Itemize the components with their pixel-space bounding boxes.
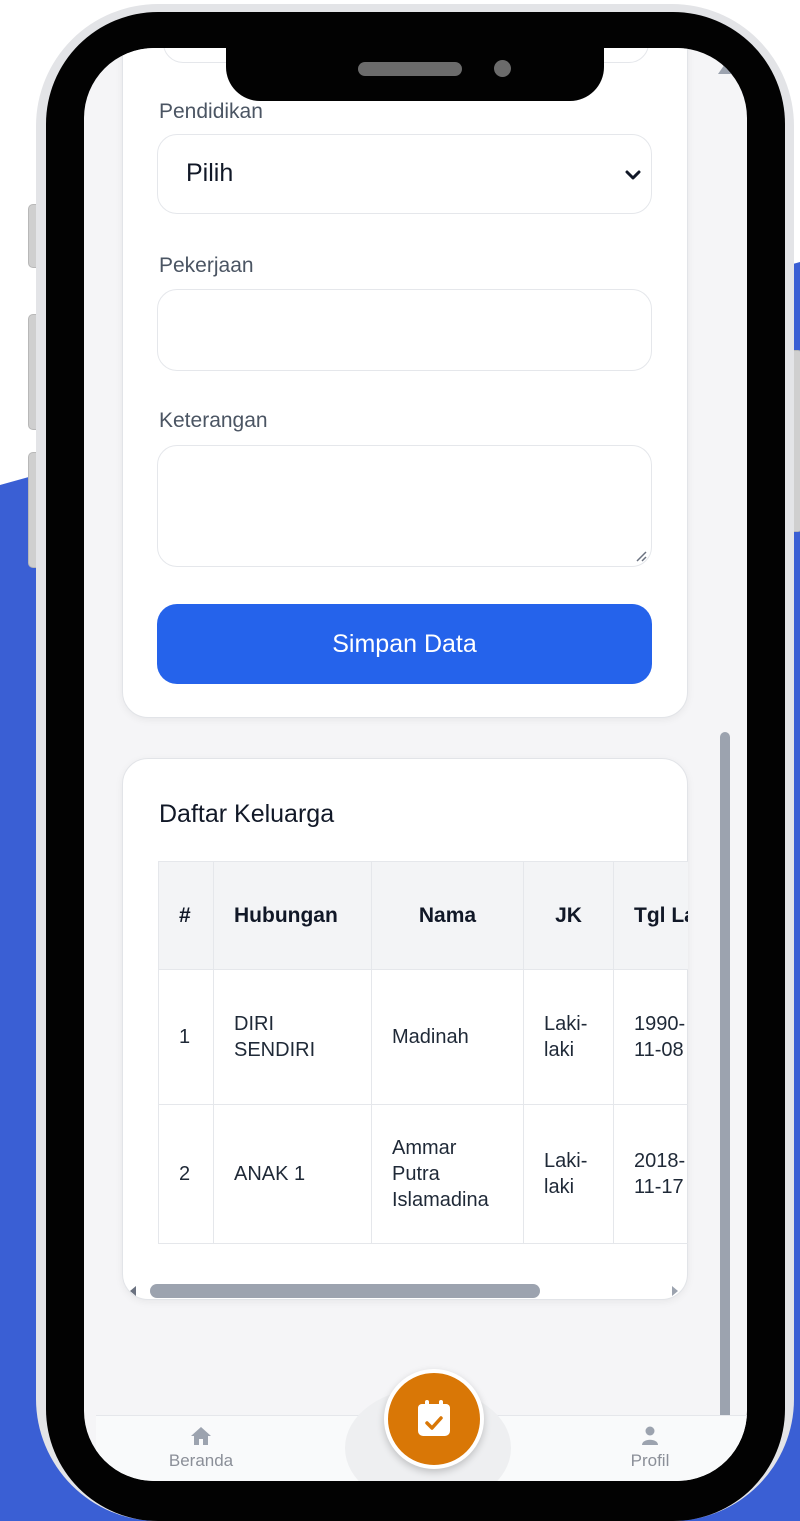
chevron-down-icon <box>625 170 641 180</box>
nav-label-beranda: Beranda <box>168 1451 234 1470</box>
family-table-container: # Hubungan Nama JK Tgl Lahir 1 DIRI SEND… <box>158 861 688 1244</box>
home-icon <box>191 1427 211 1445</box>
keterangan-label: Keterangan <box>159 409 268 432</box>
table-row: 2 ANAK 1 Ammar Putra Islamadina Laki-lak… <box>158 1104 688 1244</box>
column-header-nama: Nama <box>371 861 524 970</box>
nav-label-profil: Profil <box>630 1451 670 1470</box>
pekerjaan-input[interactable] <box>157 289 652 371</box>
nav-item-beranda[interactable]: Beranda <box>158 1426 244 1471</box>
fab-attendance-button[interactable] <box>384 1369 484 1469</box>
column-header-jk: JK <box>523 861 614 970</box>
speaker-grille <box>358 62 462 76</box>
scroll-left-arrow-icon[interactable] <box>128 1285 138 1297</box>
save-data-button[interactable]: Simpan Data <box>157 604 652 684</box>
cell-nama: Ammar Putra Islamadina <box>371 1104 524 1244</box>
family-table: # Hubungan Nama JK Tgl Lahir 1 DIRI SEND… <box>158 861 688 1244</box>
front-camera <box>494 60 511 77</box>
cell-jk: Laki-laki <box>523 1104 614 1244</box>
user-icon <box>642 1426 658 1445</box>
resize-handle-icon[interactable] <box>633 548 647 562</box>
table-row: 1 DIRI SENDIRI Madinah Laki-laki 1990-11… <box>158 969 688 1105</box>
cell-hubungan: DIRI SENDIRI <box>213 969 372 1105</box>
scroll-up-arrow-icon[interactable] <box>716 62 734 76</box>
phone-notch <box>226 40 604 101</box>
cell-hubungan: ANAK 1 <box>213 1104 372 1244</box>
column-header-hubungan: Hubungan <box>213 861 372 970</box>
pendidikan-select[interactable]: Pilih <box>157 134 652 214</box>
vertical-scroll-thumb[interactable] <box>720 732 730 1422</box>
cell-jk: Laki-laki <box>523 969 614 1105</box>
scroll-right-arrow-icon[interactable] <box>670 1285 680 1297</box>
nav-item-profil[interactable]: Profil <box>610 1426 690 1471</box>
column-header-number: # <box>158 861 214 970</box>
cell-number: 1 <box>158 969 214 1105</box>
table-horizontal-scrollbar[interactable] <box>124 1280 690 1302</box>
pekerjaan-label: Pekerjaan <box>159 254 254 277</box>
cell-tgl-lahir: 2018-11-17 <box>613 1104 688 1244</box>
cell-tgl-lahir: 1990-11-08 <box>613 969 688 1105</box>
calendar-check-icon <box>418 1400 450 1436</box>
cell-number: 2 <box>158 1104 214 1244</box>
keterangan-textarea[interactable] <box>157 445 652 567</box>
horizontal-scroll-thumb[interactable] <box>150 1284 540 1298</box>
family-list-title: Daftar Keluarga <box>159 800 335 828</box>
pendidikan-label: Pendidikan <box>159 100 263 123</box>
pendidikan-select-value: Pilih <box>186 159 234 187</box>
table-header-row: # Hubungan Nama JK Tgl Lahir <box>158 861 688 970</box>
column-header-tgl-lahir: Tgl Lahir <box>613 861 688 970</box>
phone-screen: Pendidikan Pilih Pekerjaan Keterangan Si… <box>84 48 747 1481</box>
cell-nama: Madinah <box>371 969 524 1105</box>
